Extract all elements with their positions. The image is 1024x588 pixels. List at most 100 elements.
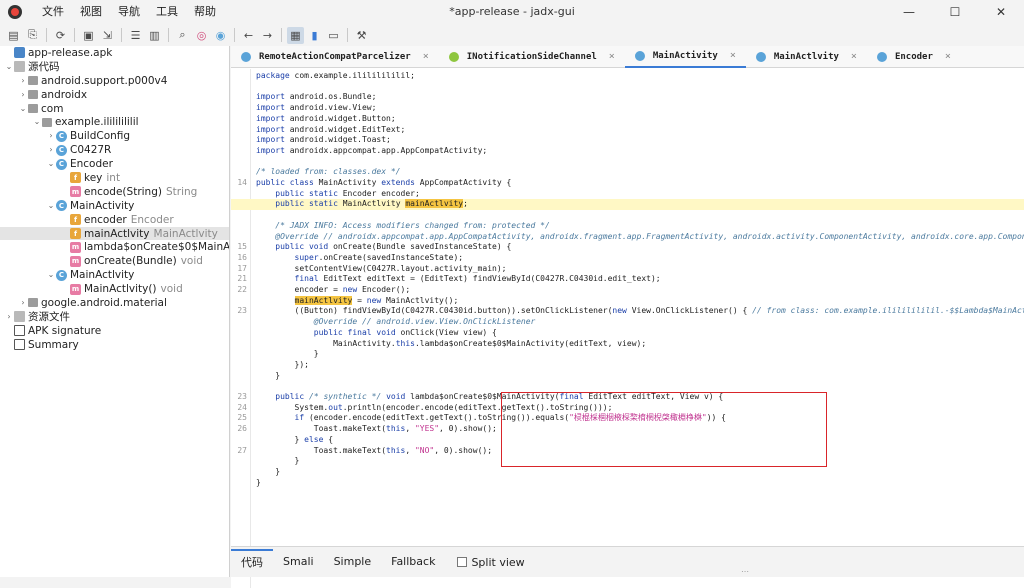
tree-item[interactable]: m onCreate(Bundle) void <box>0 254 229 268</box>
quark-icon[interactable]: ▦ <box>287 26 304 44</box>
code-text: super.onCreate(savedInstanceState); <box>294 252 464 262</box>
close-icon[interactable]: × <box>851 51 857 62</box>
back-icon[interactable]: ← <box>240 27 257 44</box>
line-number: 26 <box>237 424 247 434</box>
menu-file[interactable]: 文件 <box>34 0 72 24</box>
editor-tab[interactable]: Encoder × <box>867 46 961 68</box>
search-icon[interactable]: ⌕ <box>174 27 191 44</box>
chevron-right-icon[interactable]: › <box>46 129 56 143</box>
tree-item[interactable]: ⌄ C Encoder <box>0 157 229 171</box>
code-text: ((Button) findViewById(C0427R.C0430id.bu… <box>256 306 1024 316</box>
code-line: } <box>231 349 1024 360</box>
code-line: public final void onClick(View view) { <box>231 328 1024 339</box>
open-icon[interactable]: ▤ <box>5 27 22 44</box>
code-text: } <box>256 477 261 487</box>
tree-item[interactable]: ⌄ 源代码 <box>0 60 229 74</box>
code-editor[interactable]: package com.example.ilililililil; import … <box>231 69 1024 588</box>
editor-tab-label: MainActlvity <box>773 51 839 62</box>
menu-view[interactable]: 视图 <box>72 0 110 24</box>
tree-item[interactable]: › android.support.p000v4 <box>0 74 229 88</box>
tree-item-label: encode(String) <box>84 185 162 198</box>
maximize-button[interactable]: ☐ <box>932 0 978 24</box>
save-icon[interactable]: ▣ <box>80 27 97 44</box>
chevron-right-icon[interactable]: › <box>18 296 28 310</box>
code-line: /* loaded from: classes.dex */ <box>231 167 1024 178</box>
chevron-down-icon[interactable]: ⌄ <box>18 102 28 116</box>
log-icon[interactable]: ▮ <box>306 27 323 44</box>
tree-item[interactable]: › C C0427R <box>0 143 229 157</box>
editor-tab[interactable]: MainActlvity × <box>746 46 867 68</box>
chevron-right-icon[interactable]: › <box>4 310 14 324</box>
chevron-down-icon[interactable]: ⌄ <box>46 268 56 282</box>
tree-item[interactable]: › androidx <box>0 88 229 102</box>
close-icon[interactable]: × <box>423 51 429 62</box>
class-icon: C <box>56 130 67 142</box>
forward-icon[interactable]: → <box>259 27 276 44</box>
menu-navigation[interactable]: 导航 <box>110 0 148 24</box>
close-icon[interactable]: × <box>945 51 951 62</box>
tree-item[interactable]: m encode(String) String <box>0 185 229 199</box>
tree-item[interactable]: f mainActlvity MainActlvity <box>0 226 229 241</box>
editor-tab[interactable]: INotificationSideChannel × <box>439 46 625 68</box>
tree-item[interactable]: › C BuildConfig <box>0 129 229 143</box>
tree-item[interactable]: ⌄ example.ilililililil <box>0 115 229 129</box>
flatten-icon[interactable]: ☰ <box>127 27 144 44</box>
sync-icon[interactable]: ⟳ <box>52 27 69 44</box>
search-class-icon[interactable]: ◎ <box>193 27 210 44</box>
tree-item[interactable]: APK signature <box>0 324 229 338</box>
line-number: 24 <box>237 402 247 412</box>
menu-tools[interactable]: 工具 <box>148 0 186 24</box>
code-text: import androidx.appcompat.app.AppCompatA… <box>256 145 488 155</box>
menu-help[interactable]: 帮助 <box>186 0 224 24</box>
code-text: package com.example.ilililililil; <box>256 71 415 80</box>
tab-smali[interactable]: Smali <box>273 549 324 575</box>
editor-tab[interactable]: RemoteActionCompatParcelizer × <box>231 46 439 68</box>
chevron-right-icon[interactable]: › <box>18 88 28 102</box>
class-icon: C <box>56 200 67 212</box>
export-icon[interactable]: ⇲ <box>99 27 116 44</box>
tree-item[interactable]: › google.android.material <box>0 296 229 310</box>
minimize-button[interactable]: — <box>886 0 932 24</box>
toolbar-separator <box>121 28 122 42</box>
tree-item[interactable]: m lambda$onCreate$0$MainActi <box>0 240 229 254</box>
tree-item[interactable]: › 资源文件 <box>0 310 229 324</box>
save-all-icon[interactable]: ⎘ <box>24 27 41 44</box>
tree-item[interactable]: m MainActlvity() void <box>0 282 229 296</box>
close-button[interactable]: ✕ <box>978 0 1024 24</box>
tab-code[interactable]: 代码 <box>231 549 273 575</box>
tree-item[interactable]: f encoder Encoder <box>0 213 229 227</box>
tab-fallback[interactable]: Fallback <box>381 549 445 575</box>
resize-grip-icon[interactable]: ⋯ <box>741 567 749 576</box>
split-view-toggle[interactable]: Split view <box>457 556 525 569</box>
line-number: 25 <box>237 413 247 423</box>
close-icon[interactable]: × <box>730 50 736 61</box>
tree-item[interactable]: Summary <box>0 338 229 352</box>
chevron-down-icon[interactable]: ⌄ <box>46 199 56 213</box>
chevron-down-icon[interactable]: ⌄ <box>4 60 14 74</box>
tree-item[interactable]: ⌄ C MainActivity <box>0 199 229 213</box>
tree-item-label: APK signature <box>28 324 102 337</box>
search-usage-icon[interactable]: ◉ <box>212 27 229 44</box>
package-icon <box>28 298 38 308</box>
split-view-checkbox[interactable] <box>457 557 468 567</box>
toolbar-separator <box>281 28 282 42</box>
chevron-right-icon[interactable]: › <box>18 74 28 88</box>
tab-simple[interactable]: Simple <box>324 549 382 575</box>
toolbar-separator <box>168 28 169 42</box>
tree-item[interactable]: ⌄ C MainActlvity <box>0 268 229 282</box>
settings-icon[interactable]: ⚒ <box>353 27 370 44</box>
deobf-icon[interactable]: ▥ <box>146 27 163 44</box>
chevron-down-icon[interactable]: ⌄ <box>46 157 56 171</box>
tree-item-type: MainActlvity <box>153 227 218 240</box>
tree-item[interactable]: f key int <box>0 171 229 185</box>
bug-icon[interactable]: ▭ <box>325 27 342 44</box>
chevron-right-icon[interactable]: › <box>46 143 56 157</box>
document-icon <box>14 325 25 337</box>
tree-item[interactable]: app-release.apk <box>0 46 229 60</box>
code-line: mainActlvity = new MainActlvity(); <box>231 295 1024 307</box>
chevron-down-icon[interactable]: ⌄ <box>32 115 42 129</box>
tree-item[interactable]: ⌄ com <box>0 102 229 116</box>
editor-tab[interactable]: MainActivity × <box>624 46 746 68</box>
code-text: encoder = new Encoder(); <box>256 285 411 294</box>
close-icon[interactable]: × <box>609 51 615 62</box>
